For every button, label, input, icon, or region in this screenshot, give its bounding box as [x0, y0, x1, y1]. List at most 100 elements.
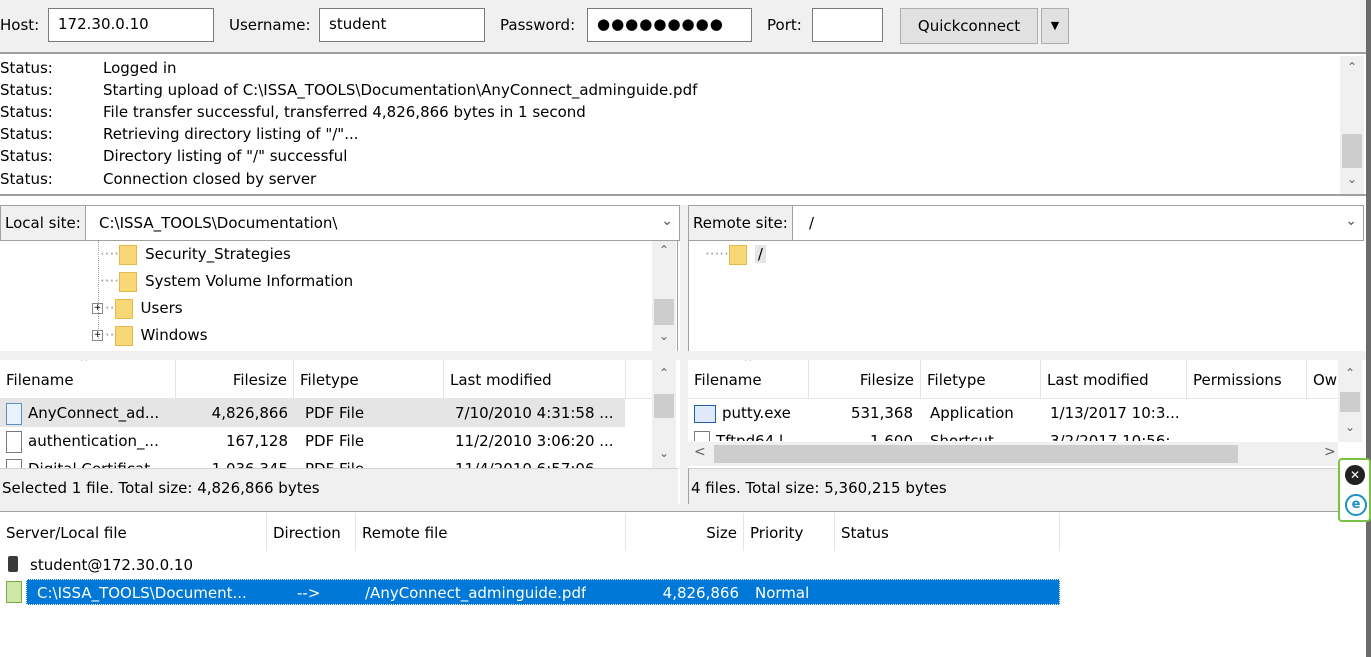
- shortcut-icon: [694, 430, 710, 441]
- local-list-scrollbar[interactable]: ⌃ ⌄: [652, 360, 676, 468]
- password-label: Password:: [500, 16, 576, 34]
- tree-item-label: Security_Strategies: [145, 245, 291, 263]
- scroll-thumb[interactable]: [1340, 392, 1360, 412]
- column-filetype[interactable]: Filetype: [294, 360, 444, 398]
- e-icon[interactable]: e: [1345, 494, 1367, 516]
- tree-item-users[interactable]: + ·· Users: [92, 295, 183, 322]
- file-name-cell: Tftpd64 l...: [694, 427, 797, 441]
- scroll-up-icon[interactable]: ⌃: [652, 243, 676, 257]
- queue-priority: Normal: [755, 584, 810, 602]
- port-label: Port:: [767, 16, 802, 34]
- file-name: putty.exe: [722, 404, 791, 422]
- folder-icon: [119, 271, 138, 292]
- log-scrollbar[interactable]: ⌃ ⌄: [1340, 56, 1364, 194]
- quickconnect-dropdown-button[interactable]: ▼: [1041, 8, 1069, 44]
- column-last-modified[interactable]: Last modified: [1041, 360, 1187, 398]
- scroll-up-icon[interactable]: ⌃: [1338, 366, 1362, 380]
- scroll-right-icon[interactable]: >: [1324, 444, 1336, 460]
- file-type: Application: [930, 404, 1014, 422]
- file-row[interactable]: Digital Certificat... 1,036,345 PDF File…: [0, 455, 625, 468]
- file-name-cell: Digital Certificat...: [6, 455, 164, 468]
- password-input[interactable]: ●●●●●●●●●: [587, 8, 752, 42]
- remote-site-path[interactable]: /: [809, 206, 814, 240]
- chevron-down-icon[interactable]: ⌄: [1345, 213, 1357, 229]
- column-size[interactable]: Size: [626, 513, 744, 551]
- column-filesize[interactable]: Filesize: [176, 360, 294, 398]
- tree-item-root[interactable]: ····· /: [705, 241, 766, 268]
- queue-item-row[interactable]: C:\ISSA_TOOLS\Document... --> /AnyConnec…: [26, 579, 1060, 605]
- tree-item-security-strategies[interactable]: ···· Security_Strategies: [100, 241, 291, 268]
- tree-item-windows[interactable]: + ·· Windows: [92, 322, 208, 349]
- scroll-up-icon[interactable]: ⌃: [1340, 60, 1364, 74]
- scroll-thumb[interactable]: [654, 299, 674, 325]
- username-label: Username:: [229, 16, 311, 34]
- tree-item-label: Windows: [140, 326, 208, 344]
- remote-file-header: ^ Filename Filesize Filetype Last modifi…: [688, 360, 1338, 399]
- file-type: PDF File: [305, 432, 365, 450]
- file-row[interactable]: AnyConnect_ad... 4,826,866 PDF File 7/10…: [0, 399, 625, 427]
- column-priority[interactable]: Priority: [744, 513, 835, 551]
- log-type: Status:: [0, 125, 53, 143]
- log-type: Status:: [0, 170, 53, 188]
- local-file-header: ^ Filename Filesize Filetype Last modifi…: [0, 360, 652, 399]
- log-message: Directory listing of "/" successful: [103, 147, 348, 165]
- file-name: AnyConnect_ad...: [28, 404, 160, 422]
- quickconnect-bar: Host: 172.30.0.10 Username: student Pass…: [0, 0, 1366, 54]
- scroll-thumb[interactable]: [654, 394, 674, 418]
- application-icon: [694, 404, 716, 423]
- column-filesize[interactable]: Filesize: [809, 360, 921, 398]
- column-server-local-file[interactable]: Server/Local file: [0, 513, 267, 551]
- remote-list-scrollbar[interactable]: ⌃ ⌄: [1338, 360, 1362, 442]
- log-type: Status:: [0, 147, 53, 165]
- host-input[interactable]: 172.30.0.10: [48, 8, 214, 42]
- pane-splitter-vertical[interactable]: [680, 205, 688, 505]
- close-icon[interactable]: ✕: [1345, 465, 1365, 485]
- column-owner[interactable]: Ow: [1307, 360, 1338, 398]
- log-message: Logged in: [103, 59, 177, 77]
- file-modified: 1/13/2017 10:3...: [1050, 404, 1180, 422]
- column-filename[interactable]: Filename: [688, 360, 809, 398]
- scroll-left-icon[interactable]: <: [694, 444, 706, 460]
- expand-icon[interactable]: +: [92, 303, 103, 314]
- log-message: Starting upload of C:\ISSA_TOOLS\Documen…: [103, 81, 698, 99]
- file-size: 1,036,345: [176, 455, 288, 468]
- chevron-down-icon[interactable]: ⌄: [661, 213, 673, 229]
- file-size: 531,368: [850, 404, 913, 422]
- column-status[interactable]: Status: [835, 513, 1060, 551]
- port-input[interactable]: [812, 8, 883, 42]
- expand-icon[interactable]: +: [92, 330, 103, 341]
- local-tree: ···· Security_Strategies ···· System Volum…: [0, 241, 678, 351]
- file-row[interactable]: putty.exe 531,368 Application 1/13/2017 …: [688, 399, 1338, 427]
- side-widget: ✕ e: [1338, 458, 1371, 522]
- log-type: Status:: [0, 103, 53, 121]
- file-icon: [6, 458, 22, 468]
- scroll-down-icon[interactable]: ⌄: [652, 446, 676, 460]
- quickconnect-button[interactable]: Quickconnect: [900, 8, 1038, 44]
- host-label: Host:: [0, 16, 40, 34]
- queue-server-name: student@172.30.0.10: [30, 556, 193, 574]
- column-filetype[interactable]: Filetype: [921, 360, 1041, 398]
- queue-local-file: C:\ISSA_TOOLS\Document...: [37, 584, 247, 602]
- local-site-path[interactable]: C:\ISSA_TOOLS\Documentation\: [99, 206, 337, 240]
- local-tree-scrollbar[interactable]: ⌃ ⌄: [652, 241, 676, 351]
- scroll-down-icon[interactable]: ⌄: [1340, 172, 1364, 186]
- column-remote-file[interactable]: Remote file: [356, 513, 626, 551]
- pdf-file-icon: [6, 402, 22, 425]
- column-last-modified[interactable]: Last modified: [444, 360, 626, 398]
- scroll-thumb[interactable]: [1342, 134, 1362, 168]
- file-row[interactable]: authentication_... 167,128 PDF File 11/2…: [0, 427, 625, 455]
- remote-hscrollbar[interactable]: < >: [688, 442, 1338, 466]
- folder-icon: [119, 244, 138, 265]
- tree-item-system-volume-information[interactable]: ···· System Volume Information: [100, 268, 353, 295]
- column-direction[interactable]: Direction: [267, 513, 356, 551]
- scroll-thumb[interactable]: [714, 445, 1238, 463]
- file-modified: 7/10/2010 4:31:58 ...: [455, 404, 614, 422]
- file-row[interactable]: Tftpd64 l... 1,600 Shortcut 3/2/2017 10:…: [688, 427, 1338, 441]
- column-filename[interactable]: Filename: [0, 360, 176, 398]
- scroll-down-icon[interactable]: ⌄: [1338, 420, 1362, 434]
- scroll-down-icon[interactable]: ⌄: [652, 329, 676, 343]
- username-input[interactable]: student: [319, 8, 485, 42]
- scroll-up-icon[interactable]: ⌃: [652, 366, 676, 380]
- queue-splitter[interactable]: [0, 504, 1366, 512]
- column-permissions[interactable]: Permissions: [1187, 360, 1307, 398]
